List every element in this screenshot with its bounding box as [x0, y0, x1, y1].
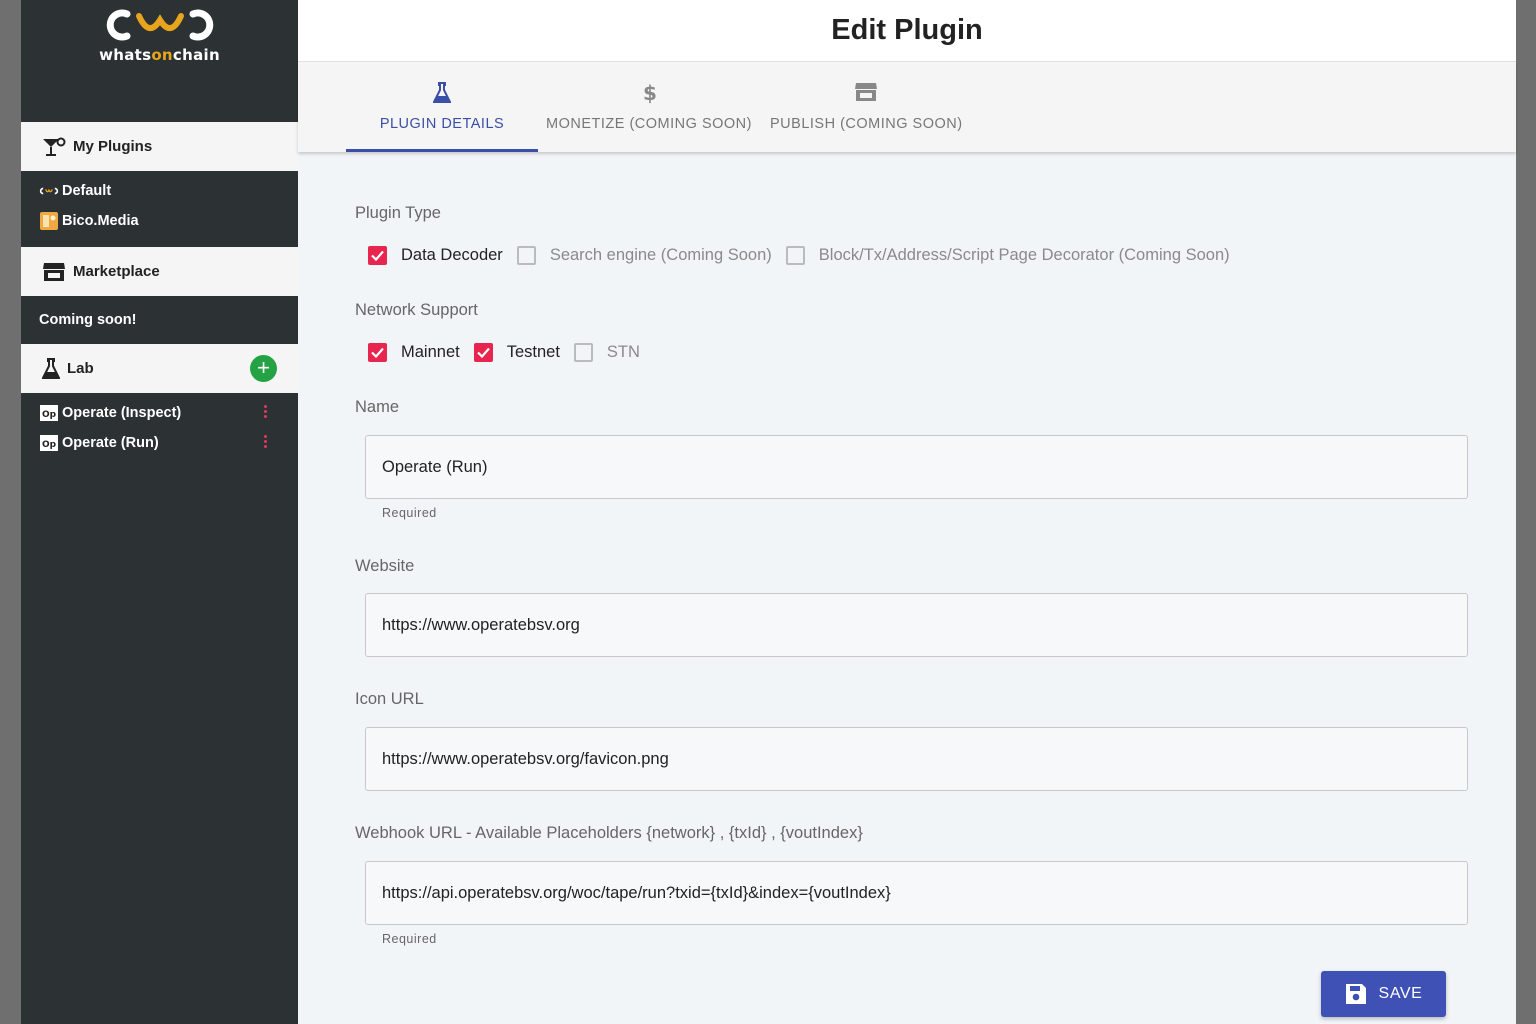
website-label: Website: [355, 557, 415, 575]
name-helper-text: Required: [382, 506, 437, 520]
tab-bar: PLUGIN DETAILS $ MONETIZE (COMING SOON) …: [298, 62, 1516, 152]
name-input[interactable]: Operate (Run): [365, 435, 1468, 499]
checkbox-stn[interactable]: [573, 342, 593, 362]
webhook-helper-text: Required: [382, 932, 437, 946]
page-title: Edit Plugin: [831, 14, 983, 46]
tab-monetize[interactable]: $ MONETIZE (COMING SOON): [546, 62, 752, 152]
backdrop-right: [1516, 0, 1536, 1024]
more-vert-icon[interactable]: [264, 405, 268, 421]
sidebar-item-label: Default: [62, 183, 112, 199]
tab-label: MONETIZE (COMING SOON): [546, 116, 752, 132]
flask-icon: [41, 357, 61, 380]
sidebar-item-label: Operate (Inspect): [62, 405, 182, 421]
checkbox-search-engine[interactable]: [516, 245, 536, 265]
svg-text:Op: Op: [42, 440, 57, 450]
add-plugin-button[interactable]: +: [250, 355, 277, 382]
my-plugins-list: Default Bico.Media: [21, 171, 298, 247]
save-button[interactable]: SAVE: [1321, 971, 1446, 1017]
woc-logo-icon: [106, 9, 214, 41]
bico-media-icon: [39, 212, 59, 230]
checkbox-label: Search engine (Coming Soon): [549, 245, 772, 264]
tab-plugin-details[interactable]: PLUGIN DETAILS: [346, 62, 538, 152]
save-button-label: SAVE: [1378, 985, 1423, 1002]
dollar-icon: $: [642, 81, 657, 108]
sidebar-item-default[interactable]: Default: [21, 176, 298, 206]
save-icon: [1345, 983, 1367, 1005]
sidebar: whatsonchain My Plugins Default Bico.Med…: [21, 0, 298, 1024]
tab-publish[interactable]: PUBLISH (COMING SOON): [770, 62, 962, 152]
sidebar-header-my-plugins[interactable]: My Plugins: [21, 122, 298, 171]
website-input[interactable]: https://www.operatebsv.org: [365, 593, 1468, 657]
marketplace-status: Coming soon!: [21, 296, 298, 344]
op-icon: Op: [39, 405, 59, 421]
svg-text:Op: Op: [42, 410, 57, 420]
sidebar-item-bico-media[interactable]: Bico.Media: [21, 206, 298, 236]
icon-url-input[interactable]: https://www.operatebsv.org/favicon.png: [365, 727, 1468, 791]
sidebar-header-label: Marketplace: [73, 263, 160, 280]
sidebar-item-label: Operate (Run): [62, 435, 159, 451]
logo-text: whatsonchain: [99, 46, 220, 64]
plugin-type-label: Plugin Type: [355, 204, 441, 222]
backdrop-left: [0, 0, 21, 1024]
op-icon: Op: [39, 435, 59, 451]
store-icon: [41, 261, 67, 283]
store-icon: [854, 82, 878, 106]
plugin-type-options: Data Decoder Search engine (Coming Soon)…: [368, 243, 1244, 267]
main-panel: Edit Plugin PLUGIN DETAILS $ MONETIZE (C…: [298, 0, 1516, 1024]
sidebar-item-operate-inspect[interactable]: Op Operate (Inspect): [21, 398, 298, 428]
woc-logo-icon: [39, 183, 59, 199]
sidebar-header-marketplace[interactable]: Marketplace: [21, 247, 298, 296]
cocktail-icon: [41, 136, 67, 158]
checkbox-label: Block/Tx/Address/Script Page Decorator (…: [818, 245, 1230, 264]
tab-label: PUBLISH (COMING SOON): [770, 116, 963, 132]
webhook-url-label: Webhook URL - Available Placeholders {ne…: [355, 824, 863, 842]
logo[interactable]: whatsonchain: [21, 0, 298, 122]
sidebar-item-operate-run[interactable]: Op Operate (Run): [21, 428, 298, 458]
flask-icon: [432, 82, 452, 108]
checkbox-label: Mainnet: [401, 342, 460, 361]
checkbox-data-decoder[interactable]: [368, 245, 387, 265]
sidebar-header-label: My Plugins: [73, 138, 153, 155]
sidebar-item-label: Bico.Media: [62, 213, 139, 229]
icon-url-label: Icon URL: [355, 690, 424, 708]
network-support-options: Mainnet Testnet STN: [368, 340, 654, 364]
sidebar-header-lab[interactable]: Lab +: [21, 344, 298, 393]
network-support-label: Network Support: [355, 301, 478, 319]
webhook-url-input[interactable]: https://api.operatebsv.org/woc/tape/run?…: [365, 861, 1468, 925]
lab-list: Op Operate (Inspect) Op Operate (Run): [21, 393, 298, 469]
tab-label: PLUGIN DETAILS: [379, 116, 505, 132]
checkbox-label: Testnet: [506, 342, 560, 361]
checkbox-mainnet[interactable]: [368, 342, 387, 362]
checkbox-testnet[interactable]: [473, 342, 493, 362]
name-label: Name: [355, 398, 400, 416]
checkbox-page-decorator[interactable]: [785, 245, 805, 265]
svg-text:$: $: [643, 82, 656, 104]
sidebar-header-label: Lab: [67, 360, 94, 377]
more-vert-icon[interactable]: [264, 435, 268, 451]
checkbox-label: STN: [606, 342, 640, 361]
title-bar: Edit Plugin: [298, 0, 1516, 62]
checkbox-label: Data Decoder: [401, 245, 503, 264]
